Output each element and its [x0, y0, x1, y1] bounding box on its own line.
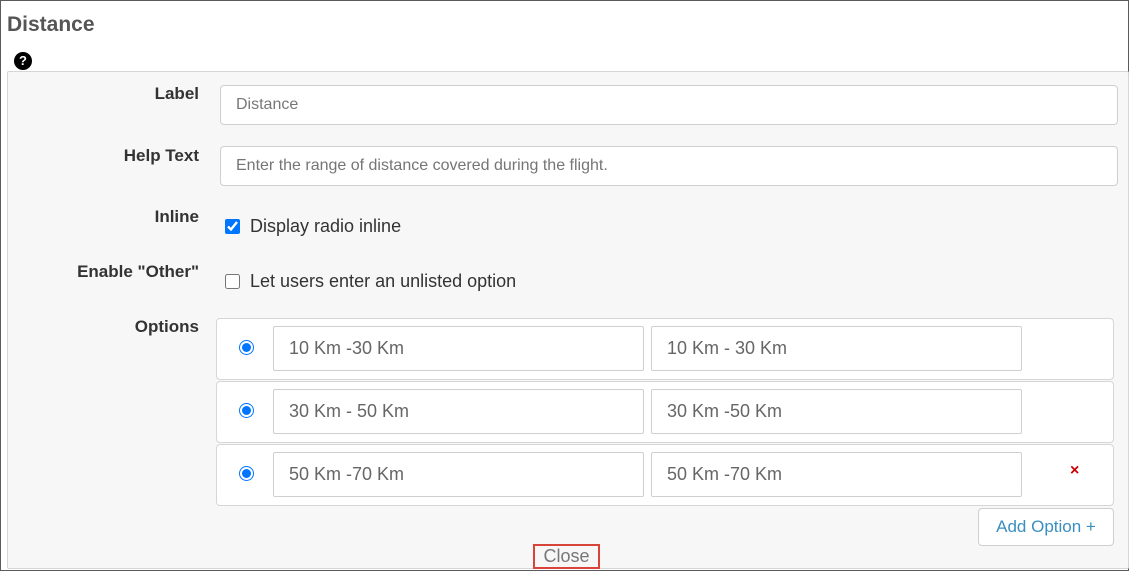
enable-other-field-label: Enable "Other"	[77, 262, 199, 281]
option-value-input[interactable]	[651, 326, 1022, 371]
options-field-label: Options	[134, 317, 199, 336]
dialog-title: Distance	[7, 13, 95, 36]
label-input[interactable]	[220, 85, 1118, 125]
option-label-input[interactable]	[273, 326, 644, 371]
option-default-radio[interactable]	[239, 403, 254, 418]
option-row	[216, 318, 1114, 380]
option-value-input[interactable]	[651, 389, 1022, 434]
settings-panel: Label Help Text Inline Display radio inl…	[7, 71, 1129, 569]
option-row	[216, 381, 1114, 443]
field-settings-dialog: Distance ? Label Help Text Inline Displa…	[0, 0, 1129, 571]
help-text-field-label: Help Text	[123, 146, 199, 165]
close-button[interactable]: Close	[533, 544, 600, 569]
label-field-label: Label	[154, 84, 199, 103]
options-list: ×	[216, 318, 1114, 507]
enable-other-checkbox-label: Let users enter an unlisted option	[250, 271, 517, 291]
remove-option-icon[interactable]: ×	[1070, 462, 1079, 480]
option-default-radio[interactable]	[239, 340, 254, 355]
help-icon[interactable]: ?	[14, 52, 32, 70]
inline-field-label: Inline	[154, 207, 199, 226]
option-label-input[interactable]	[273, 389, 644, 434]
enable-other-checkbox[interactable]	[225, 274, 240, 289]
inline-checkbox-row[interactable]: Display radio inline	[225, 216, 401, 237]
enable-other-checkbox-row[interactable]: Let users enter an unlisted option	[225, 271, 516, 292]
help-text-input[interactable]	[220, 146, 1118, 186]
option-label-input[interactable]	[273, 452, 644, 497]
inline-checkbox-label: Display radio inline	[250, 216, 402, 236]
add-option-button[interactable]: Add Option +	[978, 508, 1114, 546]
option-default-radio[interactable]	[239, 466, 254, 481]
inline-checkbox[interactable]	[225, 219, 240, 234]
option-row: ×	[216, 444, 1114, 506]
option-value-input[interactable]	[651, 452, 1022, 497]
